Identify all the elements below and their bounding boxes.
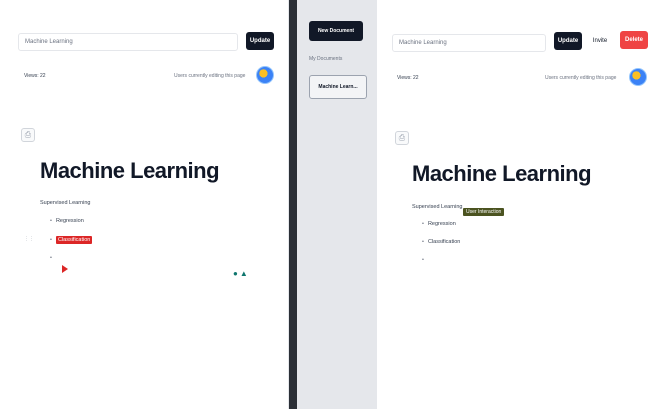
views-count: Views: 22 <box>397 75 419 81</box>
list-item-label: Regression <box>55 218 84 224</box>
remote-selection-highlight: Classification <box>55 236 93 244</box>
document-title: Machine Learning <box>40 158 220 183</box>
user-avatar[interactable] <box>629 68 647 86</box>
drag-handle-icon[interactable]: ⋮⋮ <box>24 236 34 242</box>
left-editor-pane: Machine Learning Update Views: 22 Users … <box>0 0 289 409</box>
line-supervised-learning[interactable]: Supervised Learning <box>412 204 462 210</box>
comment-icon[interactable]: ● <box>233 269 238 278</box>
right-editor-pane: Machine Learning Update Invite Delete Vi… <box>377 0 648 409</box>
update-button[interactable]: Update <box>554 32 582 50</box>
document-title-input[interactable]: Machine Learning <box>392 34 546 52</box>
list-item-classification[interactable]: Classification <box>50 236 93 244</box>
list-item-empty[interactable] <box>50 255 56 261</box>
share-icon[interactable]: ▲ <box>240 269 248 278</box>
list-item-regression[interactable]: Regression <box>422 221 456 227</box>
document-title: Machine Learning <box>412 161 592 186</box>
list-item-classification[interactable]: Classification <box>422 239 460 245</box>
views-count: Views: 22 <box>24 73 46 79</box>
list-item-label: Regression <box>427 221 456 227</box>
remote-cursor-icon <box>62 265 68 273</box>
list-item-empty[interactable] <box>422 257 428 263</box>
document-title-input[interactable]: Machine Learning <box>18 33 238 51</box>
delete-button[interactable]: Delete <box>620 31 648 49</box>
invite-button[interactable]: Invite <box>590 32 610 50</box>
line-supervised-learning[interactable]: Supervised Learning <box>40 200 90 206</box>
update-button[interactable]: Update <box>246 32 274 50</box>
list-item-label: Classification <box>427 239 461 245</box>
user-avatar[interactable] <box>256 66 274 84</box>
document-icon[interactable]: ⎙ <box>21 128 35 142</box>
document-icon[interactable]: ⎙ <box>395 131 409 145</box>
user-label-tag: User Interaction <box>463 208 505 216</box>
editing-users-text: Users currently editing this page <box>174 73 246 79</box>
collab-icons: ● ▲ <box>233 269 248 278</box>
new-document-button[interactable]: New Document <box>309 21 363 41</box>
pane-divider[interactable] <box>289 0 297 409</box>
my-documents-label: My Documents <box>309 56 343 62</box>
document-list-item[interactable]: Machine Learn... <box>309 75 367 99</box>
editing-users-text: Users currently editing this page <box>545 75 617 81</box>
list-item-regression[interactable]: Regression <box>50 218 84 224</box>
